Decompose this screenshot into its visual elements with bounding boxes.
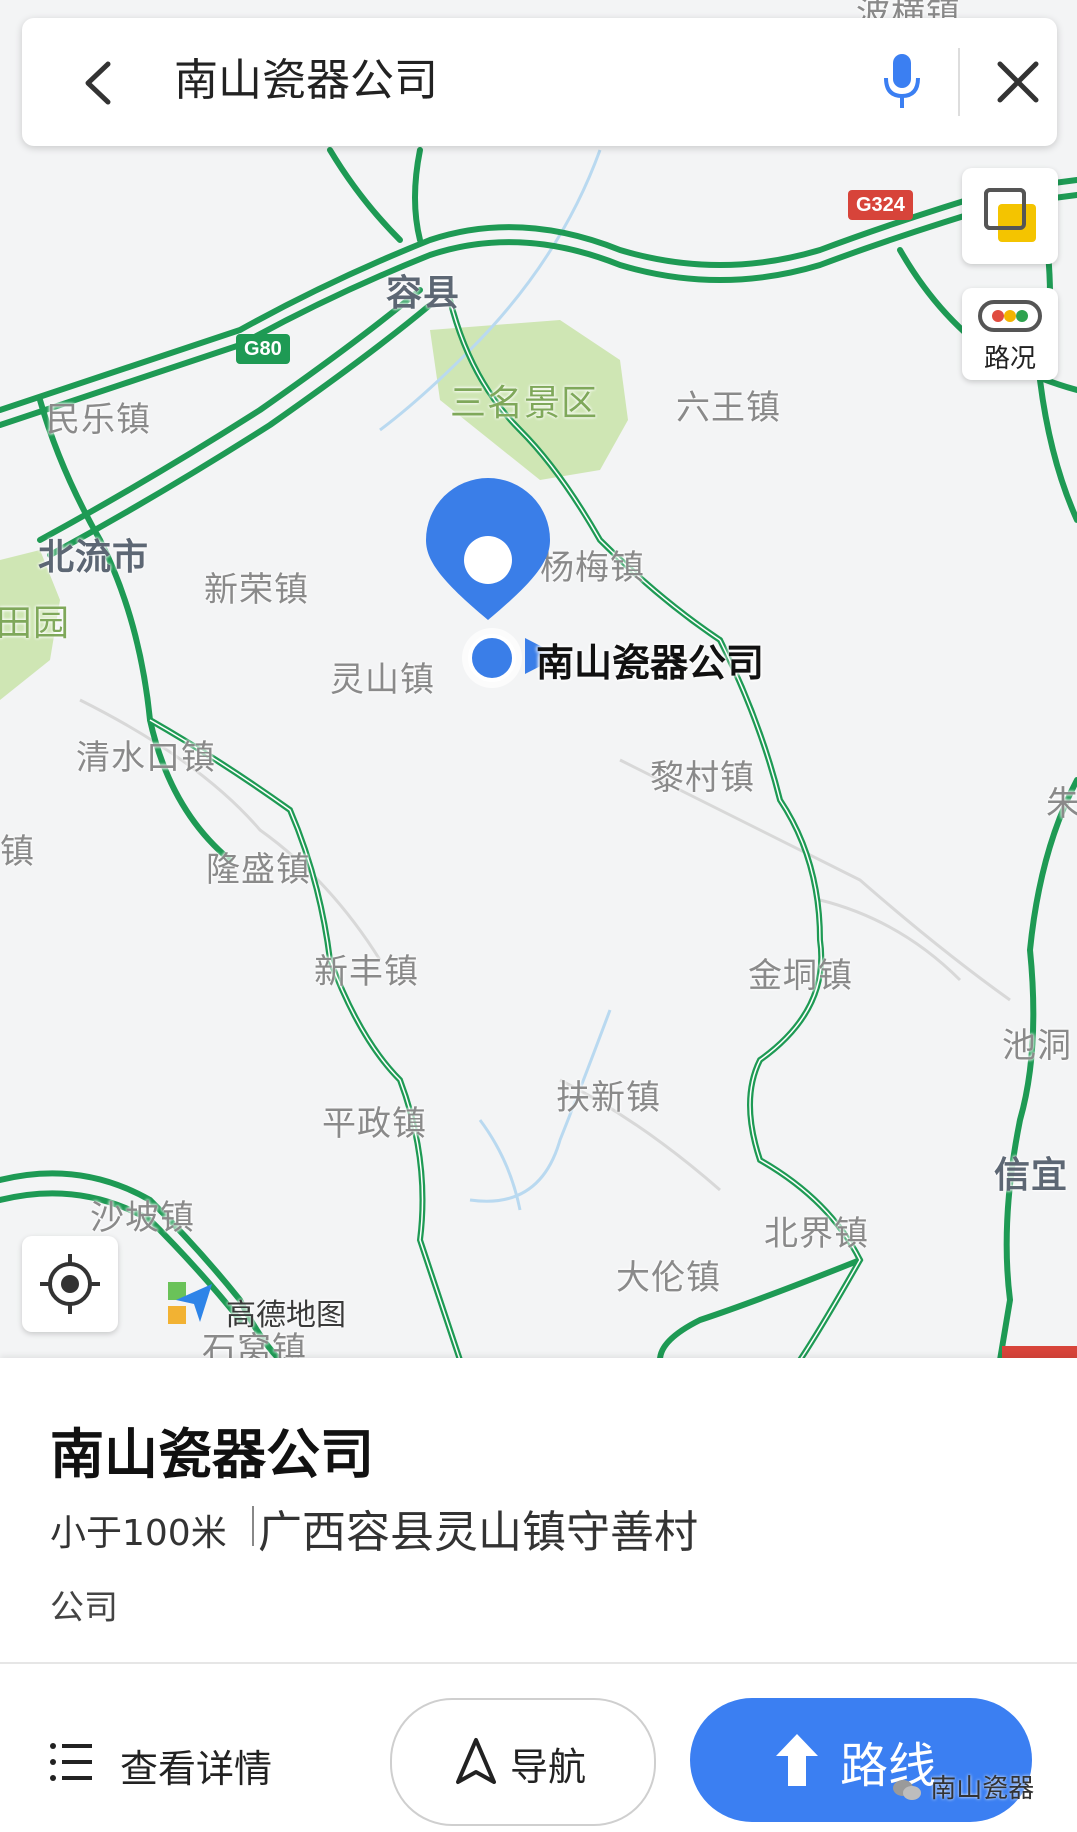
search-divider [958,48,960,116]
info-separator [252,1506,254,1546]
place-distance: 小于100米 [50,1513,227,1554]
navigation-arrow-icon [456,1738,496,1784]
list-icon [50,1743,92,1781]
amap-logo-text: 高德地图 [226,1298,346,1333]
navigate-label: 导航 [510,1745,587,1789]
layers-button[interactable] [962,168,1058,264]
place-category: 公司 [50,1588,118,1628]
pin-label: 南山瓷器公司 [536,641,765,685]
navigate-button[interactable]: 导航 [390,1698,656,1826]
map-view[interactable]: G324 G80 波横镇 容县 三名景区 六王镇 民乐镇 北流市 田园 新荣镇 … [0,0,1077,1360]
search-input[interactable]: 南山瓷器公司 [174,48,438,114]
place-address: 广西容县灵山镇守善村 [258,1507,698,1558]
traffic-label: 路况 [983,344,1036,374]
layers-icon [984,188,1036,242]
my-location-button[interactable] [22,1236,118,1332]
microphone-icon[interactable] [882,52,922,112]
watermark-text: 南山瓷器 [930,1774,1035,1804]
view-details-label: 查看详情 [120,1747,273,1791]
route-arrow-icon [776,1734,818,1786]
panel-divider [0,1662,1077,1664]
watermark: 南山瓷器 [892,1768,1034,1805]
place-name: 南山瓷器公司 [50,1423,374,1486]
close-icon[interactable] [992,56,1044,108]
traffic-button[interactable]: 路况 [962,288,1058,380]
wechat-icon [892,1778,922,1802]
traffic-light-icon [978,300,1042,332]
place-detail-panel: 南山瓷器公司 小于100米 广西容县灵山镇守善村 公司 查看详情 导航 路线 南… [0,1358,1077,1832]
crosshair-icon [40,1254,100,1314]
search-bar[interactable]: 南山瓷器公司 [22,18,1057,146]
back-arrow-icon[interactable] [72,56,126,110]
